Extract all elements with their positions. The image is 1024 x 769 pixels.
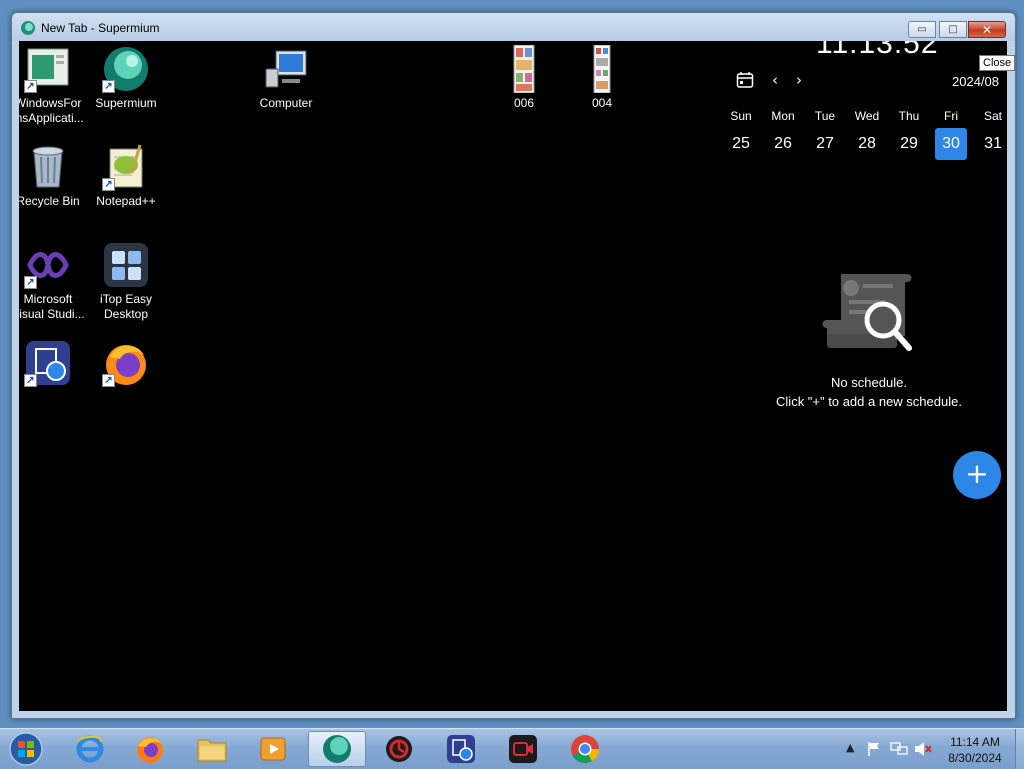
desktop-icon-label: 004 (591, 96, 613, 110)
close-tooltip: Close (979, 55, 1016, 71)
taskbar-app-red[interactable] (372, 731, 426, 767)
weekday-mon: Mon (771, 109, 795, 123)
weekday-thu: Thu (898, 109, 920, 123)
day-cell[interactable]: 31 (977, 128, 1007, 160)
day-cell[interactable]: 28 (851, 128, 883, 160)
desktop-icon-label: WindowsFor msApplicati... (19, 96, 84, 125)
browser-window: New Tab - Supermium ▭ □ ✕ Close ↗ Window… (11, 12, 1016, 719)
year-month-label: 2024/08 (952, 74, 999, 89)
image-file-icon (500, 44, 548, 94)
shortcut-arrow-icon: ↗ (102, 374, 115, 387)
title-bar[interactable]: New Tab - Supermium ▭ □ ✕ (12, 13, 1015, 41)
day-cell[interactable]: 25 (725, 128, 757, 160)
next-week-button[interactable]: › (791, 71, 807, 89)
desktop-icon-label: Notepad++ (96, 194, 156, 208)
minimize-button[interactable]: ▭ (908, 21, 936, 38)
taskbar-chrome[interactable] (558, 731, 612, 767)
calendar-icon[interactable] (736, 71, 754, 89)
itop-easy-desktop-icon (102, 241, 150, 289)
weekday-fri: Fri (944, 109, 958, 123)
app-red-icon (386, 736, 412, 762)
clock-display: 11:13:52 (816, 41, 939, 60)
empty-schedule-message: No schedule. Click "+" to add a new sche… (763, 373, 975, 411)
supermium-icon: ↗ (102, 45, 150, 93)
desktop-icon-supermium[interactable]: ↗ Supermium (85, 45, 167, 111)
desktop-icon-computer[interactable]: Computer (245, 45, 327, 111)
desktop-icon-004[interactable]: 004 (561, 44, 643, 111)
empty-title: No schedule. (831, 375, 907, 390)
volume-muted-icon[interactable] (914, 741, 932, 757)
shortcut-arrow-icon: ↗ (24, 276, 37, 289)
backup-app-icon: ↗ (24, 339, 72, 387)
show-desktop-button[interactable] (1015, 729, 1024, 769)
taskbar-backup-app[interactable] (434, 731, 488, 767)
desktop-icon-label: Recycle Bin (19, 194, 80, 208)
shortcut-arrow-icon: ↗ (24, 374, 37, 387)
shortcut-arrow-icon: ↗ (24, 80, 37, 93)
window-title: New Tab - Supermium (41, 21, 160, 35)
weekday-wed: Wed (854, 109, 880, 123)
taskbar-screen-recorder[interactable] (496, 731, 550, 767)
empty-hint: Click "+" to add a new schedule. (776, 394, 962, 409)
start-button-icon[interactable] (6, 731, 46, 767)
weekday-sun: Sun (730, 109, 752, 123)
add-schedule-button[interactable]: + (953, 451, 1001, 499)
desktop-icon-label: 006 (513, 96, 535, 110)
supermium-icon (21, 21, 35, 35)
taskbar-internet-explorer[interactable] (63, 731, 117, 767)
firefox-icon: ↗ (102, 339, 150, 387)
empty-schedule-illustration (822, 274, 912, 351)
day-cell[interactable]: 27 (809, 128, 841, 160)
internet-explorer-icon (76, 735, 104, 763)
media-player-icon (260, 737, 286, 761)
desktop-icon-itop-easy-desktop[interactable]: iTop Easy Desktop (85, 241, 167, 322)
desktop-icon-windowsforms[interactable]: ↗ WindowsFor msApplicati... (19, 45, 89, 126)
desktop-icon-label: iTop Easy Desktop (99, 292, 153, 321)
action-center-flag-icon[interactable] (866, 741, 882, 757)
file-explorer-icon (197, 739, 227, 762)
desktop-icon-visual-studio[interactable]: ↗ Microsoft Visual Studi... (19, 241, 89, 322)
close-button[interactable]: ✕ (968, 21, 1006, 38)
app-window-icon: ↗ (24, 45, 72, 93)
taskbar-media-player[interactable] (246, 731, 300, 767)
backup-app-icon (447, 735, 475, 763)
taskbar-time: 11:14 AM (950, 735, 1000, 749)
firefox-icon (137, 737, 163, 763)
shortcut-arrow-icon: ↗ (102, 178, 115, 191)
notepadpp-icon: ↗ (102, 143, 150, 191)
desktop-icon-label: Computer (259, 96, 313, 110)
day-cell-selected[interactable]: 30 (935, 128, 967, 160)
taskbar: ▲ 11:14 AM 8/30/2024 (0, 728, 1024, 769)
taskbar-supermium[interactable] (308, 731, 366, 767)
desktop-icon-recycle-bin[interactable]: Recycle Bin (19, 143, 89, 209)
desktop-icon-backup-app[interactable]: ↗ (19, 339, 89, 390)
desktop-icon-firefox[interactable]: ↗ (85, 339, 167, 390)
desktop-icon-006[interactable]: 006 (483, 44, 565, 111)
supermium-icon (323, 735, 351, 763)
maximize-button[interactable]: □ (939, 21, 967, 38)
taskbar-firefox[interactable] (123, 731, 177, 767)
image-file-icon (578, 44, 626, 94)
desktop-icon-notepadpp[interactable]: ↗ Notepad++ (85, 143, 167, 209)
weekday-sat: Sat (983, 109, 1002, 123)
tray-chevron-icon[interactable]: ▲ (846, 741, 854, 754)
weekday-tue: Tue (814, 109, 836, 123)
chrome-icon (571, 735, 599, 763)
prev-week-button[interactable]: ‹ (767, 71, 783, 89)
new-tab-page: ↗ WindowsFor msApplicati... ↗ Supermium … (19, 41, 1007, 711)
shortcut-arrow-icon: ↗ (102, 80, 115, 93)
taskbar-clock[interactable]: 11:14 AM 8/30/2024 (940, 734, 1010, 766)
screen-recorder-icon (509, 735, 537, 763)
desktop-icon-label: Supermium (95, 96, 157, 110)
desktop-icon-label: Microsoft Visual Studi... (19, 292, 85, 321)
taskbar-file-explorer[interactable] (185, 731, 239, 767)
recycle-bin-icon (24, 143, 72, 191)
computer-icon (262, 45, 310, 93)
visual-studio-icon: ↗ (24, 241, 72, 289)
network-icon[interactable] (890, 741, 908, 757)
taskbar-date: 8/30/2024 (948, 751, 1002, 765)
day-cell[interactable]: 26 (767, 128, 799, 160)
day-cell[interactable]: 29 (893, 128, 925, 160)
